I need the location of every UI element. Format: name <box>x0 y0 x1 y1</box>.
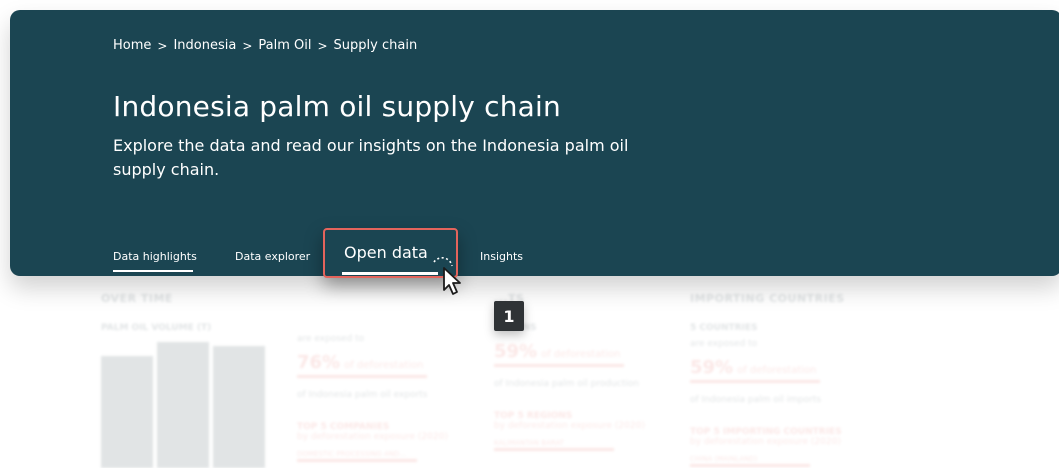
page-description: Explore the data and read our insights o… <box>113 136 629 179</box>
breadcrumb-supply-chain[interactable]: Supply chain <box>334 38 418 53</box>
bg-small: are exposed to <box>297 334 365 344</box>
tab-label: Open data <box>344 243 428 262</box>
tab-underline <box>342 272 438 275</box>
breadcrumb-separator: > <box>242 38 253 53</box>
tab-data-explorer[interactable]: Data explorer <box>235 250 310 263</box>
tab-data-highlights[interactable]: Data highlights <box>113 250 197 272</box>
bg-small: are exposed to <box>690 339 758 349</box>
bg-heading: IMPORTING COUNTRIES <box>690 292 845 305</box>
bg-caption: of Indonesia palm oil imports <box>690 395 822 405</box>
active-tab-underline <box>113 270 193 272</box>
breadcrumb-separator: > <box>157 38 168 53</box>
bg-caption: of Indonesia palm oil production <box>494 379 639 389</box>
bg-percent-bar <box>494 364 624 367</box>
tab-insights[interactable]: Insights <box>480 250 523 263</box>
hand-pointer-cursor-icon <box>433 257 461 295</box>
bg-subheading: 5 COUNTRIES <box>690 323 758 333</box>
bg-column-over-time: OVER TIME PALM OIL VOLUME (T) <box>101 292 301 333</box>
bg-top-sub: by deforestation exposure (2020) <box>690 437 841 447</box>
bg-top-item: DOMESTIC PROCESSING AND... <box>297 450 407 458</box>
bg-heading: ...TS <box>494 292 525 305</box>
bg-percent: 76% of deforestation <box>297 352 424 373</box>
step-number-badge: 1 <box>494 301 524 331</box>
breadcrumb-home[interactable]: Home <box>113 38 151 53</box>
breadcrumb: Home > Indonesia > Palm Oil > Supply cha… <box>113 38 417 53</box>
bg-top-sub: by deforestation exposure (2020) <box>297 432 448 442</box>
breadcrumb-palm-oil[interactable]: Palm Oil <box>258 38 311 53</box>
faded-data-highlights: OVER TIME PALM OIL VOLUME (T) 40M are ex… <box>0 262 1059 468</box>
bg-top-heading: TOP 5 IMPORTING COUNTRIES <box>690 427 842 437</box>
bg-column-companies: are exposed to 76% of deforestation of In… <box>297 292 497 462</box>
breadcrumb-indonesia[interactable]: Indonesia <box>173 38 236 53</box>
bg-top-heading: TOP 5 REGIONS <box>494 411 573 421</box>
bg-heading: OVER TIME <box>101 292 173 305</box>
bg-top-item-bar <box>690 464 810 467</box>
tab-label: Data highlights <box>113 250 197 263</box>
bg-top-sub: by deforestation exposure (2020) <box>494 421 645 431</box>
tab-label: Data explorer <box>235 250 311 263</box>
bg-caption: of Indonesia palm oil exports <box>297 390 428 400</box>
bg-subheading: PALM OIL VOLUME (T) <box>101 323 212 333</box>
bg-bar <box>157 342 209 468</box>
bg-bar <box>213 346 265 468</box>
tab-label: Insights <box>480 250 524 263</box>
breadcrumb-separator: > <box>317 38 328 53</box>
bg-top-item: CHINA (MAINLAND) <box>690 455 758 463</box>
bg-bar <box>101 356 153 468</box>
bg-percent: 59% of deforestation <box>494 341 621 362</box>
bg-top-item: KALIMANTAN BARAT <box>494 439 564 447</box>
bg-subheading: ...GIONS <box>494 323 694 333</box>
bg-column-importing-countries: IMPORTING COUNTRIES 5 COUNTRIES are expo… <box>690 292 890 467</box>
bg-percent-bar <box>297 375 427 378</box>
hero-header: Home > Indonesia > Palm Oil > Supply cha… <box>10 10 1059 276</box>
bg-percent: 59% of deforestation <box>690 357 817 378</box>
bg-top-item-bar <box>297 459 417 462</box>
bg-column-regions: ...TS ...GIONS 59%of deforestation of In… <box>494 292 694 451</box>
bg-top-heading: TOP 5 COMPANIES <box>297 422 390 432</box>
bg-bar-label: 40M <box>231 346 246 354</box>
page-title: Indonesia palm oil supply chain <box>113 90 561 123</box>
bg-percent-bar <box>690 380 820 383</box>
bg-top-item-bar <box>494 448 614 451</box>
